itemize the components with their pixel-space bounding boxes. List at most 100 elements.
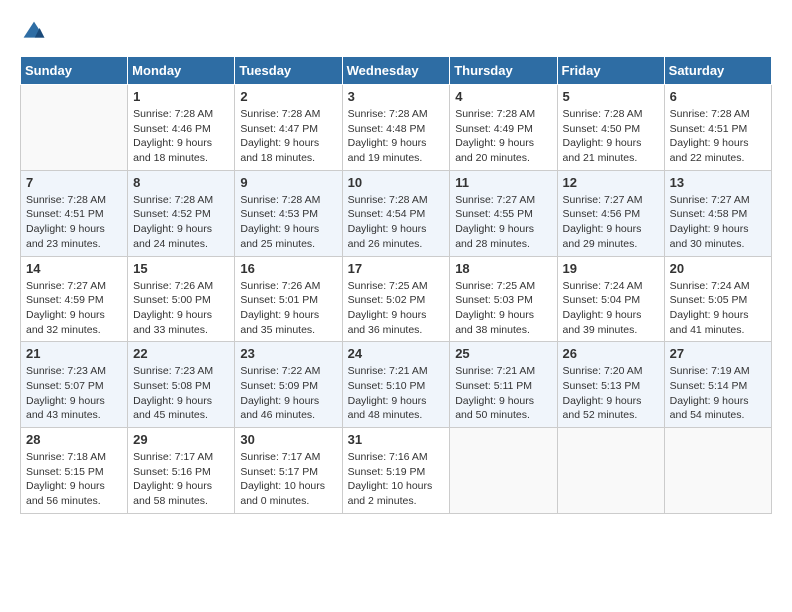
calendar-cell [664,428,771,514]
day-number: 24 [348,346,445,361]
calendar-cell [21,85,128,171]
calendar-cell: 28 Sunrise: 7:18 AMSunset: 5:15 PMDayligh… [21,428,128,514]
day-number: 4 [455,89,551,104]
calendar-cell: 9 Sunrise: 7:28 AMSunset: 4:53 PMDaylight… [235,170,342,256]
calendar-cell: 10 Sunrise: 7:28 AMSunset: 4:54 PMDayligh… [342,170,450,256]
calendar-cell: 5 Sunrise: 7:28 AMSunset: 4:50 PMDaylight… [557,85,664,171]
calendar-cell: 1 Sunrise: 7:28 AMSunset: 4:46 PMDaylight… [128,85,235,171]
calendar-cell: 29 Sunrise: 7:17 AMSunset: 5:16 PMDayligh… [128,428,235,514]
day-info: Sunrise: 7:22 AMSunset: 5:09 PMDaylight:… [240,364,336,423]
calendar-cell: 7 Sunrise: 7:28 AMSunset: 4:51 PMDaylight… [21,170,128,256]
day-number: 28 [26,432,122,447]
day-info: Sunrise: 7:19 AMSunset: 5:14 PMDaylight:… [670,364,766,423]
day-number: 19 [563,261,659,276]
calendar-cell: 4 Sunrise: 7:28 AMSunset: 4:49 PMDaylight… [450,85,557,171]
calendar-cell: 6 Sunrise: 7:28 AMSunset: 4:51 PMDaylight… [664,85,771,171]
day-info: Sunrise: 7:28 AMSunset: 4:54 PMDaylight:… [348,193,445,252]
calendar-cell: 11 Sunrise: 7:27 AMSunset: 4:55 PMDayligh… [450,170,557,256]
calendar-table: SundayMondayTuesdayWednesdayThursdayFrid… [20,56,772,514]
day-info: Sunrise: 7:24 AMSunset: 5:04 PMDaylight:… [563,279,659,338]
day-number: 18 [455,261,551,276]
day-number: 1 [133,89,229,104]
day-number: 5 [563,89,659,104]
day-number: 25 [455,346,551,361]
day-number: 7 [26,175,122,190]
weekday-header-tuesday: Tuesday [235,57,342,85]
calendar-cell: 8 Sunrise: 7:28 AMSunset: 4:52 PMDaylight… [128,170,235,256]
day-number: 13 [670,175,766,190]
calendar-cell: 16 Sunrise: 7:26 AMSunset: 5:01 PMDayligh… [235,256,342,342]
calendar-cell: 22Sunrise: 7:23 AMSunset: 5:08 PMDayligh… [128,342,235,428]
day-number: 23 [240,346,336,361]
calendar-cell: 17 Sunrise: 7:25 AMSunset: 5:02 PMDayligh… [342,256,450,342]
day-number: 20 [670,261,766,276]
calendar-cell: 21 Sunrise: 7:23 AMSunset: 5:07 PMDayligh… [21,342,128,428]
day-info: Sunrise: 7:28 AMSunset: 4:52 PMDaylight:… [133,193,229,252]
day-number: 11 [455,175,551,190]
calendar-cell [557,428,664,514]
day-number: 3 [348,89,445,104]
calendar-cell: 31 Sunrise: 7:16 AMSunset: 5:19 PMDayligh… [342,428,450,514]
calendar-cell: 20 Sunrise: 7:24 AMSunset: 5:05 PMDayligh… [664,256,771,342]
day-info: Sunrise: 7:25 AMSunset: 5:02 PMDaylight:… [348,279,445,338]
day-info: Sunrise: 7:28 AMSunset: 4:53 PMDaylight:… [240,193,336,252]
day-info: Sunrise: 7:27 AMSunset: 4:59 PMDaylight:… [26,279,122,338]
calendar-cell: 23 Sunrise: 7:22 AMSunset: 5:09 PMDayligh… [235,342,342,428]
day-info: Sunrise: 7:21 AMSunset: 5:10 PMDaylight:… [348,364,445,423]
day-info: Sunrise: 7:20 AMSunset: 5:13 PMDaylight:… [563,364,659,423]
day-info: Sunrise: 7:27 AMSunset: 4:58 PMDaylight:… [670,193,766,252]
day-info: Sunrise: 7:17 AMSunset: 5:16 PMDaylight:… [133,450,229,509]
calendar-cell: 14 Sunrise: 7:27 AMSunset: 4:59 PMDayligh… [21,256,128,342]
logo [20,20,46,40]
weekday-header-sunday: Sunday [21,57,128,85]
weekday-header-monday: Monday [128,57,235,85]
day-info: Sunrise: 7:28 AMSunset: 4:49 PMDaylight:… [455,107,551,166]
day-number: 9 [240,175,336,190]
day-number: 10 [348,175,445,190]
calendar-cell: 12Sunrise: 7:27 AMSunset: 4:56 PMDayligh… [557,170,664,256]
day-number: 14 [26,261,122,276]
calendar-cell: 25Sunrise: 7:21 AMSunset: 5:11 PMDayligh… [450,342,557,428]
day-number: 21 [26,346,122,361]
calendar-cell: 19 Sunrise: 7:24 AMSunset: 5:04 PMDayligh… [557,256,664,342]
calendar-cell: 18 Sunrise: 7:25 AMSunset: 5:03 PMDayligh… [450,256,557,342]
day-number: 30 [240,432,336,447]
day-number: 17 [348,261,445,276]
day-info: Sunrise: 7:28 AMSunset: 4:48 PMDaylight:… [348,107,445,166]
day-number: 8 [133,175,229,190]
day-info: Sunrise: 7:28 AMSunset: 4:46 PMDaylight:… [133,107,229,166]
day-info: Sunrise: 7:23 AMSunset: 5:07 PMDaylight:… [26,364,122,423]
day-info: Sunrise: 7:28 AMSunset: 4:50 PMDaylight:… [563,107,659,166]
day-info: Sunrise: 7:16 AMSunset: 5:19 PMDaylight:… [348,450,445,509]
calendar-cell: 13 Sunrise: 7:27 AMSunset: 4:58 PMDayligh… [664,170,771,256]
day-info: Sunrise: 7:27 AMSunset: 4:55 PMDaylight:… [455,193,551,252]
day-info: Sunrise: 7:26 AMSunset: 5:01 PMDaylight:… [240,279,336,338]
page-header [20,20,772,40]
weekday-header-saturday: Saturday [664,57,771,85]
day-info: Sunrise: 7:24 AMSunset: 5:05 PMDaylight:… [670,279,766,338]
weekday-header-wednesday: Wednesday [342,57,450,85]
day-info: Sunrise: 7:17 AMSunset: 5:17 PMDaylight:… [240,450,336,509]
day-info: Sunrise: 7:18 AMSunset: 5:15 PMDaylight:… [26,450,122,509]
weekday-header-friday: Friday [557,57,664,85]
weekday-header-thursday: Thursday [450,57,557,85]
day-number: 29 [133,432,229,447]
day-info: Sunrise: 7:25 AMSunset: 5:03 PMDaylight:… [455,279,551,338]
day-number: 31 [348,432,445,447]
calendar-cell: 15Sunrise: 7:26 AMSunset: 5:00 PMDayligh… [128,256,235,342]
calendar-cell: 26Sunrise: 7:20 AMSunset: 5:13 PMDayligh… [557,342,664,428]
day-number: 16 [240,261,336,276]
calendar-cell: 30 Sunrise: 7:17 AMSunset: 5:17 PMDayligh… [235,428,342,514]
day-info: Sunrise: 7:28 AMSunset: 4:47 PMDaylight:… [240,107,336,166]
day-number: 12 [563,175,659,190]
logo-icon [22,20,46,44]
calendar-cell: 27Sunrise: 7:19 AMSunset: 5:14 PMDayligh… [664,342,771,428]
day-number: 22 [133,346,229,361]
calendar-cell: 2 Sunrise: 7:28 AMSunset: 4:47 PMDaylight… [235,85,342,171]
calendar-cell: 3 Sunrise: 7:28 AMSunset: 4:48 PMDaylight… [342,85,450,171]
day-info: Sunrise: 7:28 AMSunset: 4:51 PMDaylight:… [670,107,766,166]
day-number: 2 [240,89,336,104]
day-number: 6 [670,89,766,104]
day-info: Sunrise: 7:28 AMSunset: 4:51 PMDaylight:… [26,193,122,252]
day-number: 15 [133,261,229,276]
